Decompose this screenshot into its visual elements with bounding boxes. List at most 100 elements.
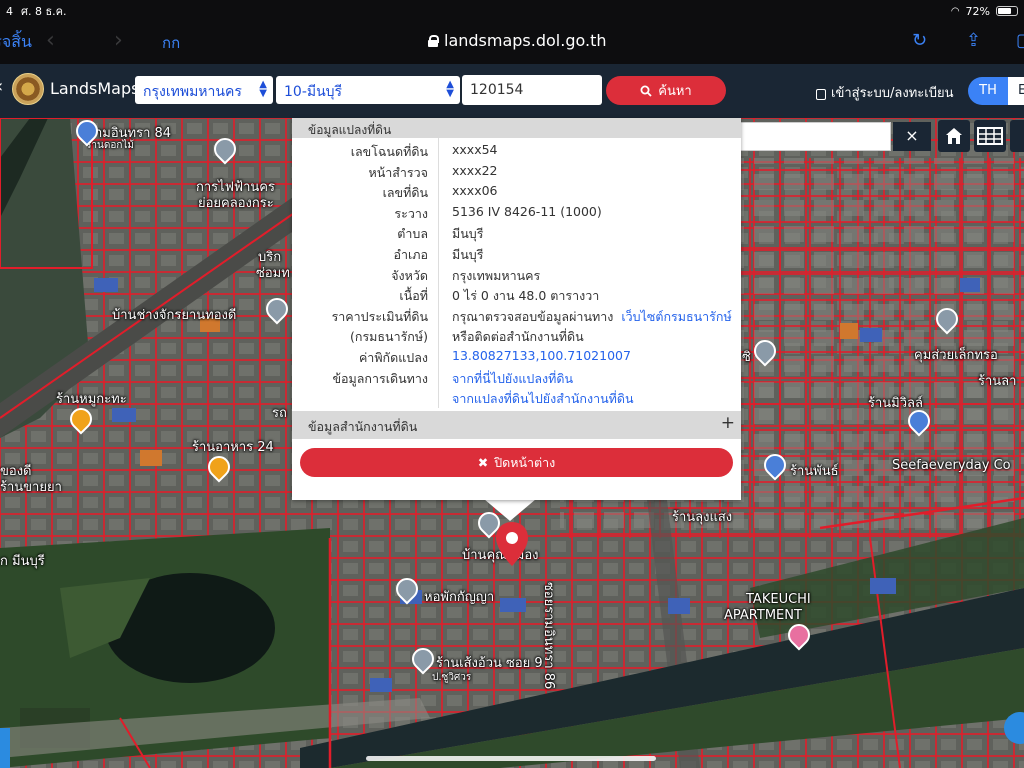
info-row: (กรมธนารักษ์) หรือติดต่อสำนักงานที่ดิน bbox=[292, 325, 741, 346]
text-size-button[interactable]: กก bbox=[162, 31, 180, 55]
info-key: อำเภอ bbox=[393, 246, 428, 262]
info-key: เลขโฉนดที่ดิน bbox=[350, 144, 428, 159]
expand-icon[interactable]: + bbox=[721, 413, 735, 433]
status-date: ศ. 8 ธ.ค. bbox=[21, 5, 67, 18]
map-label: ป.ซูวิศวร bbox=[432, 672, 472, 683]
landsmaps-logo[interactable] bbox=[12, 73, 44, 105]
login-label: เข้าสู่ระบบ/ลงทะเบียน bbox=[831, 86, 954, 101]
map-label: ร้านพันธ์ bbox=[790, 464, 839, 479]
map-label: ย่อยคลองกระ bbox=[198, 196, 274, 211]
selected-parcel-marker-icon[interactable] bbox=[495, 522, 529, 566]
done-button[interactable]: เสร็จสิ้น bbox=[0, 30, 32, 55]
close-window-button[interactable]: ✖ ปิดหน้าต่าง bbox=[300, 448, 733, 477]
land-office-title: ข้อมูลสำนักงานที่ดิน bbox=[308, 419, 418, 434]
grid-button[interactable] bbox=[974, 120, 1006, 152]
info-value: xxxx22 bbox=[452, 162, 498, 178]
map-label: TAKEUCHI bbox=[746, 592, 811, 607]
info-row: จังหวัด กรุงเทพมหานคร bbox=[292, 264, 741, 285]
info-key: ค่าพิกัดแปลง bbox=[358, 349, 428, 365]
place-search-clear-button[interactable]: × bbox=[893, 122, 931, 151]
info-value: มีนบุรี bbox=[452, 226, 484, 242]
address-bar[interactable]: landsmaps.dol.go.th bbox=[428, 31, 607, 50]
collapse-icon[interactable]: ‹ bbox=[0, 76, 3, 97]
info-key: จังหวัด bbox=[391, 267, 428, 283]
search-icon bbox=[640, 85, 652, 97]
info-value: xxxx06 bbox=[452, 183, 498, 199]
map-label: ซิ bbox=[742, 350, 751, 365]
info-key: ตำบล bbox=[397, 226, 428, 242]
close-icon: ✖ bbox=[477, 455, 489, 470]
map-label: ร้านลุงแสง bbox=[672, 510, 733, 525]
info-value: 5136 IV 8426-11 (1000) bbox=[452, 203, 602, 219]
map-label: คุมส่วยเล็กทรอ bbox=[914, 348, 998, 363]
parcel-number-input[interactable] bbox=[462, 75, 602, 105]
url-text: landsmaps.dol.go.th bbox=[444, 31, 607, 50]
info-value: กรุณาตรวจสอบข้อมูลผ่านทาง เว็บไซต์กรมธนา… bbox=[452, 307, 732, 327]
tabs-icon[interactable]: ▢ bbox=[1016, 30, 1024, 51]
coordinates-link[interactable]: 13.80827133,100.71021007 bbox=[452, 348, 631, 363]
info-row: อำเภอ มีนบุรี bbox=[292, 243, 741, 264]
forward-icon[interactable]: › bbox=[114, 28, 123, 53]
map-label: ร้านอาหาร 24 bbox=[192, 440, 274, 455]
table-icon bbox=[977, 127, 1003, 145]
province-value: กรุงเทพมหานคร bbox=[143, 84, 242, 100]
info-row: เลขโฉนดที่ดิน xxxx54 bbox=[292, 140, 741, 161]
status-bar: 4 ศ. 8 ธ.ค. ◠ 72% bbox=[0, 0, 1024, 22]
more-tools-button[interactable] bbox=[1010, 120, 1024, 152]
info-key: ราคาประเมินที่ดิน bbox=[331, 308, 428, 324]
map-label: ร้านขายยา bbox=[0, 480, 62, 495]
status-time: 4 bbox=[6, 4, 13, 18]
parcel-info-rows: เลขโฉนดที่ดิน xxxx54 หน้าสำรวจ xxxx22 เล… bbox=[292, 140, 741, 408]
info-row: เลขที่ดิน xxxx06 bbox=[292, 181, 741, 202]
language-toggle: TH E bbox=[968, 77, 1024, 105]
lang-th-button[interactable]: TH bbox=[968, 77, 1008, 105]
info-key: (กรมธนารักษ์) bbox=[350, 329, 428, 345]
map-label: หอพักกัญญา bbox=[424, 590, 495, 605]
share-icon[interactable]: ⇪ bbox=[966, 30, 981, 51]
select-arrows-icon: ▲ ▼ bbox=[259, 79, 267, 99]
home-button[interactable] bbox=[938, 120, 970, 152]
battery-icon bbox=[996, 6, 1018, 16]
login-link[interactable]: เข้าสู่ระบบ/ลงทะเบียน bbox=[816, 82, 953, 103]
treasury-website-link[interactable]: เว็บไซต์กรมธนารักษ์ bbox=[621, 309, 731, 324]
info-row: เนื้อที่ 0 ไร่ 0 งาน 48.0 ตารางวา bbox=[292, 284, 741, 305]
parcel-info-panel: ข้อมูลแปลงที่ดิน เลขโฉนดที่ดิน xxxx54 หน… bbox=[292, 118, 741, 500]
home-icon bbox=[946, 128, 962, 144]
panel-title: ข้อมูลแปลงที่ดิน bbox=[292, 118, 741, 138]
map-label: บ้านช่างจักรยานทองดี bbox=[112, 308, 237, 323]
home-indicator bbox=[366, 756, 656, 761]
map-label: APARTMENT bbox=[724, 608, 802, 623]
info-row: ระวาง 5136 IV 8426-11 (1000) bbox=[292, 202, 741, 223]
info-row: ค่าพิกัดแปลง 13.80827133,100.71021007 bbox=[292, 346, 741, 367]
info-value-text: กรุณาตรวจสอบข้อมูลผ่านทาง bbox=[452, 308, 614, 324]
directions-to-parcel-link[interactable]: จากที่นี่ไปยังแปลงที่ดิน bbox=[452, 369, 573, 389]
app-name: LandsMaps bbox=[50, 79, 140, 98]
lang-en-button[interactable]: E bbox=[1008, 77, 1024, 105]
info-key: หน้าสำรวจ bbox=[368, 164, 428, 180]
battery-percent: 72% bbox=[965, 4, 990, 18]
info-value: 0 ไร่ 0 งาน 48.0 ตารางวา bbox=[452, 288, 600, 304]
info-key: เลขที่ดิน bbox=[382, 185, 428, 201]
info-key: ระวาง bbox=[394, 205, 428, 221]
select-arrows-icon: ▲ ▼ bbox=[446, 79, 454, 99]
browser-toolbar: เสร็จสิ้น ‹ › กก landsmaps.dol.go.th ↻ ⇪… bbox=[0, 22, 1024, 64]
map-label: ซ่อมท bbox=[256, 266, 290, 281]
district-value: 10-มีนบุรี bbox=[284, 84, 343, 100]
app-header: ‹ LandsMaps กรุงเทพมหานคร ▲▼ 10-มีนบุรี … bbox=[0, 64, 1024, 118]
map-label: ซอยรามอินทรา 86 bbox=[541, 582, 556, 690]
back-icon[interactable]: ‹ bbox=[46, 28, 55, 53]
land-office-section[interactable]: ข้อมูลสำนักงานที่ดิน + bbox=[292, 411, 741, 439]
wifi-icon: ◠ bbox=[950, 5, 960, 17]
info-row: หน้าสำรวจ xxxx22 bbox=[292, 161, 741, 182]
lock-icon bbox=[428, 34, 439, 47]
screen: 4 ศ. 8 ธ.ค. ◠ 72% เสร็จสิ้น ‹ › กก lands… bbox=[0, 0, 1024, 768]
search-button[interactable]: ค้นหา bbox=[606, 76, 726, 105]
info-value: มีนบุรี bbox=[452, 246, 484, 262]
info-row: จากแปลงที่ดินไปยังสำนักงานที่ดิน bbox=[292, 387, 741, 408]
reload-icon[interactable]: ↻ bbox=[912, 30, 927, 51]
district-select[interactable]: 10-มีนบุรี ▲ ▼ bbox=[276, 76, 460, 104]
info-key: เนื้อที่ bbox=[399, 288, 428, 304]
province-select[interactable]: กรุงเทพมหานคร ▲ ▼ bbox=[135, 76, 273, 104]
directions-to-office-link[interactable]: จากแปลงที่ดินไปยังสำนักงานที่ดิน bbox=[452, 389, 634, 409]
info-value: หรือติดต่อสำนักงานที่ดิน bbox=[452, 329, 584, 345]
